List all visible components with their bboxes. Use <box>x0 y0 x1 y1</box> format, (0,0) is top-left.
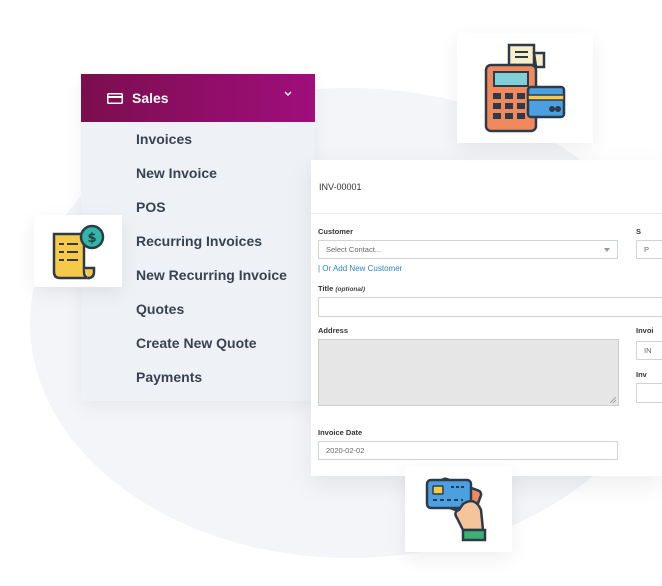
right-col-input-invoice[interactable]: IN <box>636 341 662 360</box>
sidebar-item-recurring-invoices[interactable]: Recurring Invoices <box>136 224 287 258</box>
invoice-date-value: 2020-02-02 <box>326 446 365 455</box>
title-label-text: Title <box>318 284 334 293</box>
receipt-dollar-icon: $ <box>52 224 105 280</box>
card-in-hand-icon <box>425 477 487 542</box>
right-col-label-top: S <box>636 227 642 236</box>
customer-select[interactable]: Select Contact... <box>318 240 618 259</box>
title-input[interactable] <box>318 297 662 317</box>
credit-card-icon <box>107 92 123 104</box>
invoice-date-label: Invoice Date <box>318 428 363 437</box>
sidebar-item-new-invoice[interactable]: New Invoice <box>136 156 287 190</box>
right-col-label-inv: Inv <box>636 370 647 379</box>
right-col-label-invoice: Invoi <box>636 326 654 335</box>
add-customer-link[interactable]: | Or Add New Customer <box>318 264 402 273</box>
invoice-date-input[interactable]: 2020-02-02 <box>318 441 618 460</box>
card-in-hand-card <box>405 466 512 552</box>
customer-select-value: Select Contact... <box>326 245 382 254</box>
sidebar-item-quotes[interactable]: Quotes <box>136 292 287 326</box>
sidebar-sales-header[interactable]: Sales <box>81 74 315 122</box>
sidebar-item-payments[interactable]: Payments <box>136 360 287 394</box>
right-col-input-top[interactable]: P <box>636 240 662 259</box>
pos-terminal-icon <box>484 43 566 133</box>
sidebar-sales-label: Sales <box>132 90 169 106</box>
right-col-input-top-value: P <box>644 245 650 254</box>
invoice-number: INV-00001 <box>319 182 362 192</box>
right-col-input-inv[interactable] <box>636 383 662 403</box>
customer-label: Customer <box>318 227 354 236</box>
sidebar-item-new-recurring-invoice[interactable]: New Recurring Invoice <box>136 258 287 292</box>
address-label: Address <box>318 326 349 335</box>
sidebar-item-create-new-quote[interactable]: Create New Quote <box>136 326 287 360</box>
title-optional-hint: (optional) <box>335 286 365 293</box>
sidebar-menu: Invoices New Invoice POS Recurring Invoi… <box>136 122 287 394</box>
chevron-down-icon <box>604 248 610 252</box>
svg-text:$: $ <box>87 231 96 246</box>
address-textarea[interactable] <box>318 339 619 406</box>
sidebar-item-invoices[interactable]: Invoices <box>136 122 287 156</box>
title-label: Title (optional) <box>318 284 365 293</box>
chevron-down-icon[interactable] <box>283 89 293 99</box>
invoice-form-panel: INV-00001 Customer Select Contact... | O… <box>311 160 662 476</box>
resize-handle-icon[interactable] <box>610 397 616 403</box>
pos-terminal-card <box>457 33 593 143</box>
sidebar-item-pos[interactable]: POS <box>136 190 287 224</box>
receipt-card: $ <box>34 215 122 287</box>
panel-divider <box>311 213 662 214</box>
right-col-input-invoice-value: IN <box>644 346 652 355</box>
